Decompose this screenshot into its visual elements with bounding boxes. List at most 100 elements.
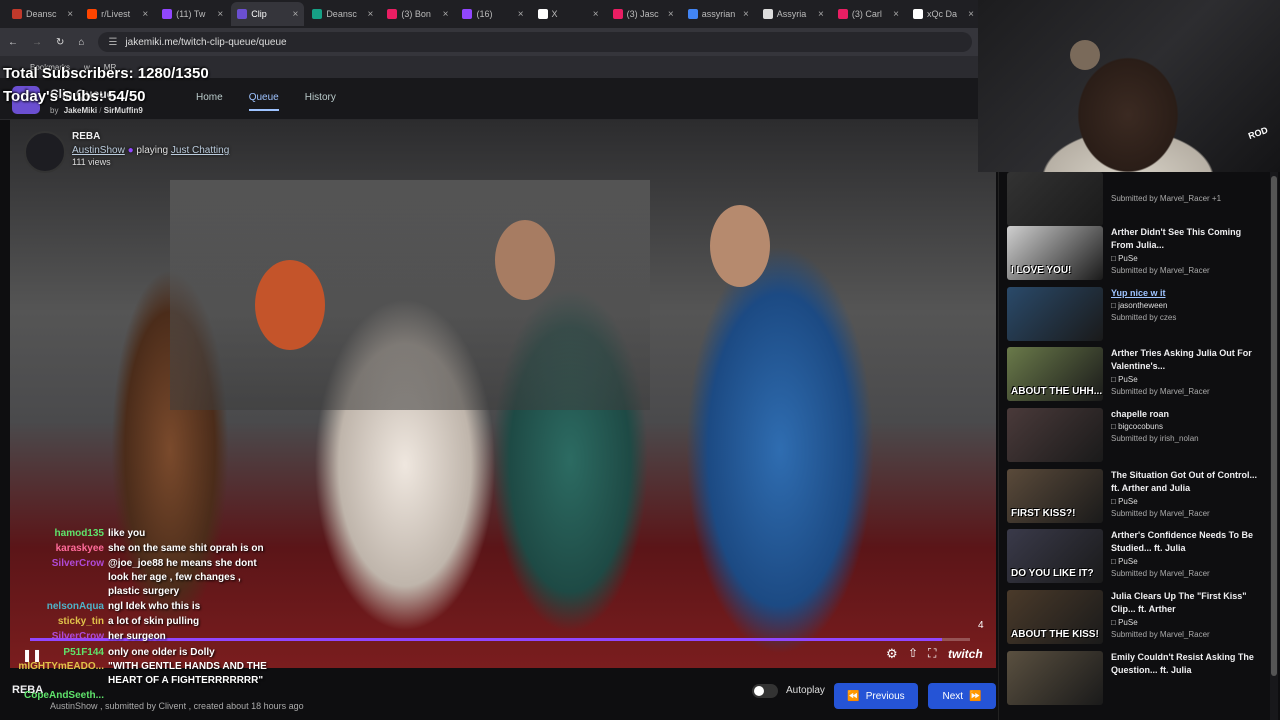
author-link[interactable]: SirMuffin9 — [104, 106, 143, 115]
today-subs-overlay: Today's Subs: 54/50 — [3, 88, 146, 105]
nav-home[interactable]: Home — [196, 92, 223, 111]
home-icon[interactable]: ⌂ — [78, 37, 84, 48]
back-icon[interactable]: ← — [8, 37, 18, 48]
queue-item[interactable]: ABOUT THE KISS! Julia Clears Up The "Firs… — [1007, 590, 1269, 648]
queue-item-title[interactable]: Arther Tries Asking Julia Out For Valent… — [1111, 347, 1261, 373]
twitch-logo[interactable]: twitch — [948, 647, 983, 661]
tab-label: (3) Jasc — [626, 9, 659, 19]
browser-tab[interactable]: assyrian × — [682, 2, 755, 26]
clip-thumbnail[interactable]: I LOVE YOU! — [1007, 226, 1103, 280]
previous-button[interactable]: ⏪ Previous — [834, 683, 918, 709]
chat-username[interactable]: SilverCrow — [0, 558, 104, 569]
queue-item[interactable]: chapelle roan □ bigcocobuns Submitted by i… — [1007, 408, 1269, 466]
tab-favicon-icon — [12, 9, 22, 19]
queue-item-title[interactable]: Julia Clears Up The "First Kiss" Clip...… — [1111, 590, 1261, 616]
chat-username[interactable]: mIGHTYmEADO... — [0, 661, 104, 672]
channel-link[interactable]: AustinShow — [72, 145, 125, 156]
chat-username[interactable]: sticky_tin — [0, 616, 104, 627]
browser-tab[interactable]: (3) Bon × — [381, 2, 454, 26]
reload-icon[interactable]: ↻ — [56, 37, 64, 48]
fullscreen-icon[interactable]: ⛶ — [928, 646, 936, 661]
tab-close-icon[interactable]: × — [893, 9, 899, 20]
chat-text: @joe_joe88 he means she dont — [108, 558, 257, 569]
next-button[interactable]: Next ⏩ — [928, 683, 996, 709]
tab-close-icon[interactable]: × — [743, 9, 749, 20]
browser-tab[interactable]: Clip × — [231, 2, 305, 26]
queue-item-title[interactable]: Arther Didn't See This Coming From Julia… — [1111, 226, 1261, 252]
queue-scroll-thumb[interactable] — [1271, 176, 1277, 676]
queue-item-channel: □ jasontheween — [1111, 301, 1168, 310]
tab-close-icon[interactable]: × — [593, 9, 599, 20]
tab-label: Deansc — [326, 9, 357, 19]
tab-close-icon[interactable]: × — [217, 9, 223, 20]
channel-avatar[interactable] — [24, 131, 66, 173]
clip-thumbnail[interactable] — [1007, 408, 1103, 462]
chat-username[interactable]: nelsonAqua — [0, 601, 104, 612]
browser-tab[interactable]: (3) Jasc × — [607, 2, 680, 26]
chat-username[interactable]: karaskyee — [0, 543, 104, 554]
settings-icon[interactable]: ⚙ — [886, 646, 898, 662]
site-info-icon[interactable]: ☰ — [108, 37, 117, 48]
browser-tab[interactable]: Deansc × — [6, 2, 79, 26]
queue-item[interactable]: Yup nice w it □ jasontheween Submitted by … — [1007, 287, 1269, 345]
tab-close-icon[interactable]: × — [292, 9, 298, 20]
queue-item-title[interactable]: Arther's Confidence Needs To Be Studied.… — [1111, 529, 1261, 555]
queue-item-title[interactable]: Yup nice w it — [1111, 287, 1261, 300]
queue-item-title[interactable]: chapelle roan — [1111, 408, 1261, 421]
queue-item-title[interactable]: The Situation Got Out of Control... ft. … — [1111, 469, 1261, 495]
chat-bubble-icon: □ — [1111, 422, 1116, 431]
browser-tab[interactable]: X × — [532, 2, 605, 26]
queue-item[interactable]: ABOUT THE UHH... Arther Tries Asking Juli… — [1007, 347, 1269, 405]
browser-tab[interactable]: (3) Carl × — [832, 2, 905, 26]
webcam-plush — [1070, 40, 1100, 70]
thumbnail-caption: FIRST KISS?! — [1011, 508, 1076, 519]
queue-item[interactable]: Submitted by Marvel_Racer +1 — [1007, 172, 1269, 230]
forward-icon[interactable]: → — [32, 37, 42, 48]
clip-thumbnail[interactable]: ABOUT THE KISS! — [1007, 590, 1103, 644]
browser-tab[interactable]: Assyria × — [757, 2, 830, 26]
share-icon[interactable]: ⇧ — [908, 646, 918, 660]
nav-queue[interactable]: Queue — [248, 92, 279, 111]
clip-thumbnail[interactable]: ABOUT THE UHH... — [1007, 347, 1103, 401]
clip-thumbnail[interactable] — [1007, 172, 1103, 226]
clip-thumbnail[interactable] — [1007, 287, 1103, 341]
tab-close-icon[interactable]: × — [818, 9, 824, 20]
tab-close-icon[interactable]: × — [518, 9, 524, 20]
queue-item[interactable]: Emily Couldn't Resist Asking The Questio… — [1007, 651, 1269, 709]
clip-thumbnail[interactable] — [1007, 651, 1103, 705]
tab-label: X — [551, 9, 558, 19]
autoplay-toggle[interactable] — [752, 684, 778, 698]
tab-close-icon[interactable]: × — [368, 9, 374, 20]
browser-tab[interactable]: Deansc × — [306, 2, 379, 26]
chat-message: mIGHTYmEADO... "WITH GENTLE HANDS AND THE — [0, 661, 300, 675]
browser-tab[interactable]: r/Livest × — [81, 2, 154, 26]
author-link[interactable]: JakeMiki — [64, 106, 97, 115]
tab-close-icon[interactable]: × — [67, 9, 73, 20]
total-subscribers-overlay: Total Subscribers: 1280/1350 — [3, 65, 209, 82]
chat-username[interactable]: CopeAndSeeth... — [0, 690, 104, 701]
clip-thumbnail[interactable]: FIRST KISS?! — [1007, 469, 1103, 523]
chat-bubble-icon: □ — [1111, 618, 1116, 627]
nav-history[interactable]: History — [305, 92, 336, 111]
tab-close-icon[interactable]: × — [443, 9, 449, 20]
chat-text: ngl Idek who this is — [108, 601, 201, 612]
browser-tab[interactable]: (16) × — [456, 2, 529, 26]
tab-close-icon[interactable]: × — [968, 9, 974, 20]
chat-username[interactable]: SilverCrow — [0, 631, 104, 642]
queue-item-title[interactable]: Emily Couldn't Resist Asking The Questio… — [1111, 651, 1261, 677]
queue-item[interactable]: FIRST KISS?! The Situation Got Out of Con… — [1007, 469, 1269, 527]
chat-username[interactable]: hamod135 — [0, 528, 104, 539]
game-link[interactable]: Just Chatting — [171, 145, 229, 156]
browser-tab[interactable]: (11) Tw × — [156, 2, 229, 26]
browser-tab[interactable]: xQc Da × — [907, 2, 980, 26]
chat-username[interactable]: P51F144 — [0, 647, 104, 658]
partner-badge-icon: ● — [127, 145, 134, 156]
queue-item[interactable]: DO YOU LIKE IT? Arther's Confidence Needs… — [1007, 529, 1269, 587]
queue-item[interactable]: I LOVE YOU! Arther Didn't See This Coming… — [1007, 226, 1269, 284]
queue-item-submitter: Submitted by Marvel_Racer — [1111, 266, 1210, 275]
tab-close-icon[interactable]: × — [142, 9, 148, 20]
clip-thumbnail[interactable]: DO YOU LIKE IT? — [1007, 529, 1103, 583]
url-field[interactable]: ☰ jakemiki.me/twitch-clip-queue/queue — [98, 32, 972, 52]
tab-close-icon[interactable]: × — [668, 9, 674, 20]
rewind-icon: ⏪ — [847, 690, 860, 702]
